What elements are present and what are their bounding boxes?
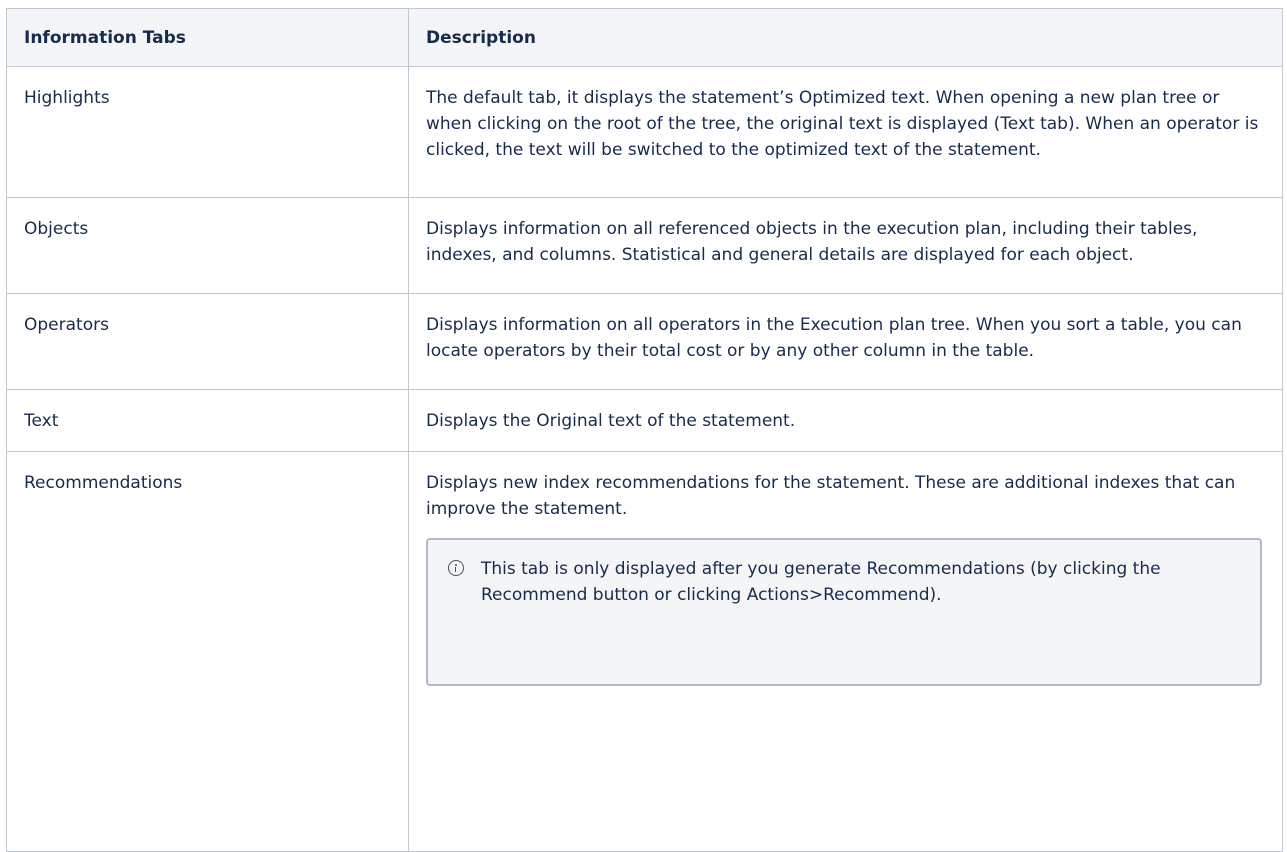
table-row: Highlights The default tab, it displays … [6, 66, 1283, 198]
information-tabs-table: Information Tabs Description Highlights … [6, 8, 1283, 852]
tab-name-cell: Objects [6, 197, 409, 294]
tab-name-cell: Operators [6, 293, 409, 390]
tab-name-cell: Text [6, 389, 409, 452]
description-cell: Displays information on all operators in… [408, 293, 1283, 390]
description-text: Displays new index recommendations for t… [426, 473, 1236, 519]
table-row: Recommendations Displays new index recom… [6, 451, 1283, 852]
column-header-description: Description [408, 8, 1283, 67]
description-cell: Displays information on all referenced o… [408, 197, 1283, 294]
description-cell: Displays new index recommendations for t… [408, 451, 1283, 852]
tab-name-cell: Recommendations [6, 451, 409, 852]
column-header-information-tabs: Information Tabs [6, 8, 409, 67]
table-header-row: Information Tabs Description [6, 8, 1283, 67]
info-icon [448, 560, 464, 576]
table-row: Objects Displays information on all refe… [6, 197, 1283, 294]
tab-name-cell: Highlights [6, 66, 409, 198]
info-panel: This tab is only displayed after you gen… [426, 538, 1262, 686]
info-panel-text: This tab is only displayed after you gen… [481, 559, 1161, 605]
table-row: Text Displays the Original text of the s… [6, 389, 1283, 452]
description-cell: The default tab, it displays the stateme… [408, 66, 1283, 198]
description-cell: Displays the Original text of the statem… [408, 389, 1283, 452]
table-row: Operators Displays information on all op… [6, 293, 1283, 390]
